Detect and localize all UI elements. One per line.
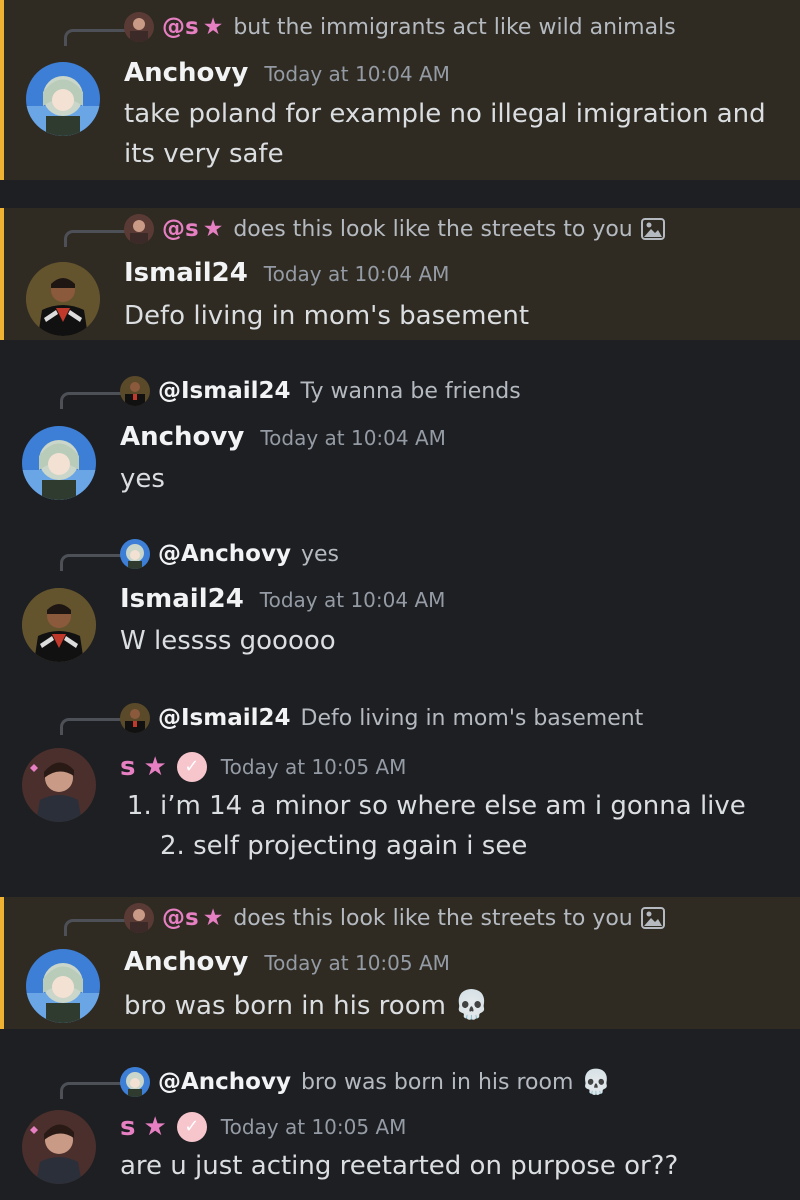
author-name[interactable]: Anchovy [124,947,248,977]
message-header: Anchovy Today at 10:04 AM [124,58,450,88]
reply-avatar [120,1067,150,1097]
reply-preview[interactable]: @Anchovy yes [120,537,339,571]
reply-avatar [124,903,154,933]
reply-spine [64,230,125,247]
message-4: @Anchovy yes Ismail24 Today at 10:04 AM … [0,530,800,670]
avatar[interactable] [22,426,96,500]
timestamp: Today at 10:04 AM [264,62,450,86]
message-3: @Ismail24 Ty wanna be friends Anchovy To… [0,366,800,506]
message-header: Ismail24 Today at 10:04 AM [120,584,445,614]
reply-spine [60,718,121,735]
reply-avatar [124,214,154,244]
reply-preview[interactable]: @s ★ but the immigrants act like wild ani… [124,10,676,44]
image-icon [640,907,665,929]
reply-avatar [120,539,150,569]
avatar[interactable] [26,262,100,336]
timestamp: Today at 10:04 AM [263,262,450,286]
timestamp: Today at 10:04 AM [260,426,446,450]
timestamp: Today at 10:05 AM [264,951,450,975]
message-content: yes [120,464,165,494]
reply-spine [60,392,121,409]
timestamp: Today at 10:05 AM [220,1115,407,1139]
reply-avatar [124,12,154,42]
reply-spine [60,1082,121,1099]
author-name[interactable]: Ismail24 [120,584,244,614]
reply-text: Defo living in mom's basement [300,705,644,731]
message-content-list: i’m 14 a minor so where else am i gonna … [120,786,770,866]
message-content: W lessss gooooo [120,626,336,656]
author-name[interactable]: Anchovy [120,422,244,452]
author-name[interactable]: Anchovy [124,58,248,88]
avatar[interactable] [26,62,100,136]
message-content: take poland for example no illegal imigr… [124,99,766,169]
reply-text: Ty wanna be friends [300,378,521,404]
reply-text: but the immigrants act like wild animals [233,14,676,40]
author-name[interactable]: Ismail24 [124,258,248,288]
message-header: Anchovy Today at 10:04 AM [120,422,446,452]
message-header: Anchovy Today at 10:05 AM [124,947,450,977]
message-content: Defo living in mom's basement [124,301,530,331]
message-content: bro was born in his room 💀 [124,988,490,1021]
verified-badge-icon: ✓ [176,752,207,782]
reply-spine [60,554,121,571]
message-header: s ★ ✓ Today at 10:05 AM [120,1112,406,1142]
reply-avatar [120,703,150,733]
message-7: @Anchovy bro was born in his room 💀 s ★ ✓… [0,1058,800,1200]
reply-author[interactable]: @s ★ [162,14,223,40]
timestamp: Today at 10:05 AM [220,755,407,779]
message-2: @s ★ does this look like the streets to y… [0,208,800,340]
avatar[interactable] [22,748,96,822]
reply-preview[interactable]: @s ★ does this look like the streets to y… [124,901,665,935]
reply-preview[interactable]: @Anchovy bro was born in his room 💀 [120,1065,611,1099]
verified-badge-icon: ✓ [176,1112,207,1142]
reply-text: yes [300,541,339,567]
reply-spine [64,29,125,46]
message-content: are u just acting reetarted on purpose o… [120,1151,679,1181]
reply-author[interactable]: @Ismail24 [158,378,291,404]
reply-author[interactable]: @Anchovy [158,1069,291,1095]
message-1: @s ★ but the immigrants act like wild ani… [0,0,800,180]
reply-spine [64,919,125,936]
avatar[interactable] [22,1110,96,1184]
author-name[interactable]: s ★ [120,1112,167,1142]
reply-author[interactable]: @s ★ [162,905,223,931]
avatar[interactable] [22,588,96,662]
skull-emoji: 💀 [454,988,490,1021]
list-item: i’m 14 a minor so where else am i gonna … [160,786,770,866]
reply-preview[interactable]: @Ismail24 Ty wanna be friends [120,374,521,408]
reply-author[interactable]: @s ★ [162,216,223,242]
reply-text: does this look like the streets to you [233,905,633,931]
avatar[interactable] [26,949,100,1023]
reply-author[interactable]: @Ismail24 [158,705,291,731]
message-5: @Ismail24 Defo living in mom's basement … [0,694,800,874]
skull-emoji: 💀 [581,1068,612,1096]
reply-author[interactable]: @Anchovy [158,541,291,567]
image-icon [640,218,665,240]
author-name[interactable]: s ★ [120,752,167,782]
reply-text: does this look like the streets to you [233,216,633,242]
message-header: Ismail24 Today at 10:04 AM [124,258,449,288]
timestamp: Today at 10:04 AM [259,588,446,612]
reply-preview[interactable]: @s ★ does this look like the streets to y… [124,212,665,246]
reply-text: bro was born in his room [300,1069,574,1095]
reply-avatar [120,376,150,406]
message-header: s ★ ✓ Today at 10:05 AM [120,752,406,782]
reply-preview[interactable]: @Ismail24 Defo living in mom's basement [120,701,643,735]
message-6: @s ★ does this look like the streets to y… [0,897,800,1029]
